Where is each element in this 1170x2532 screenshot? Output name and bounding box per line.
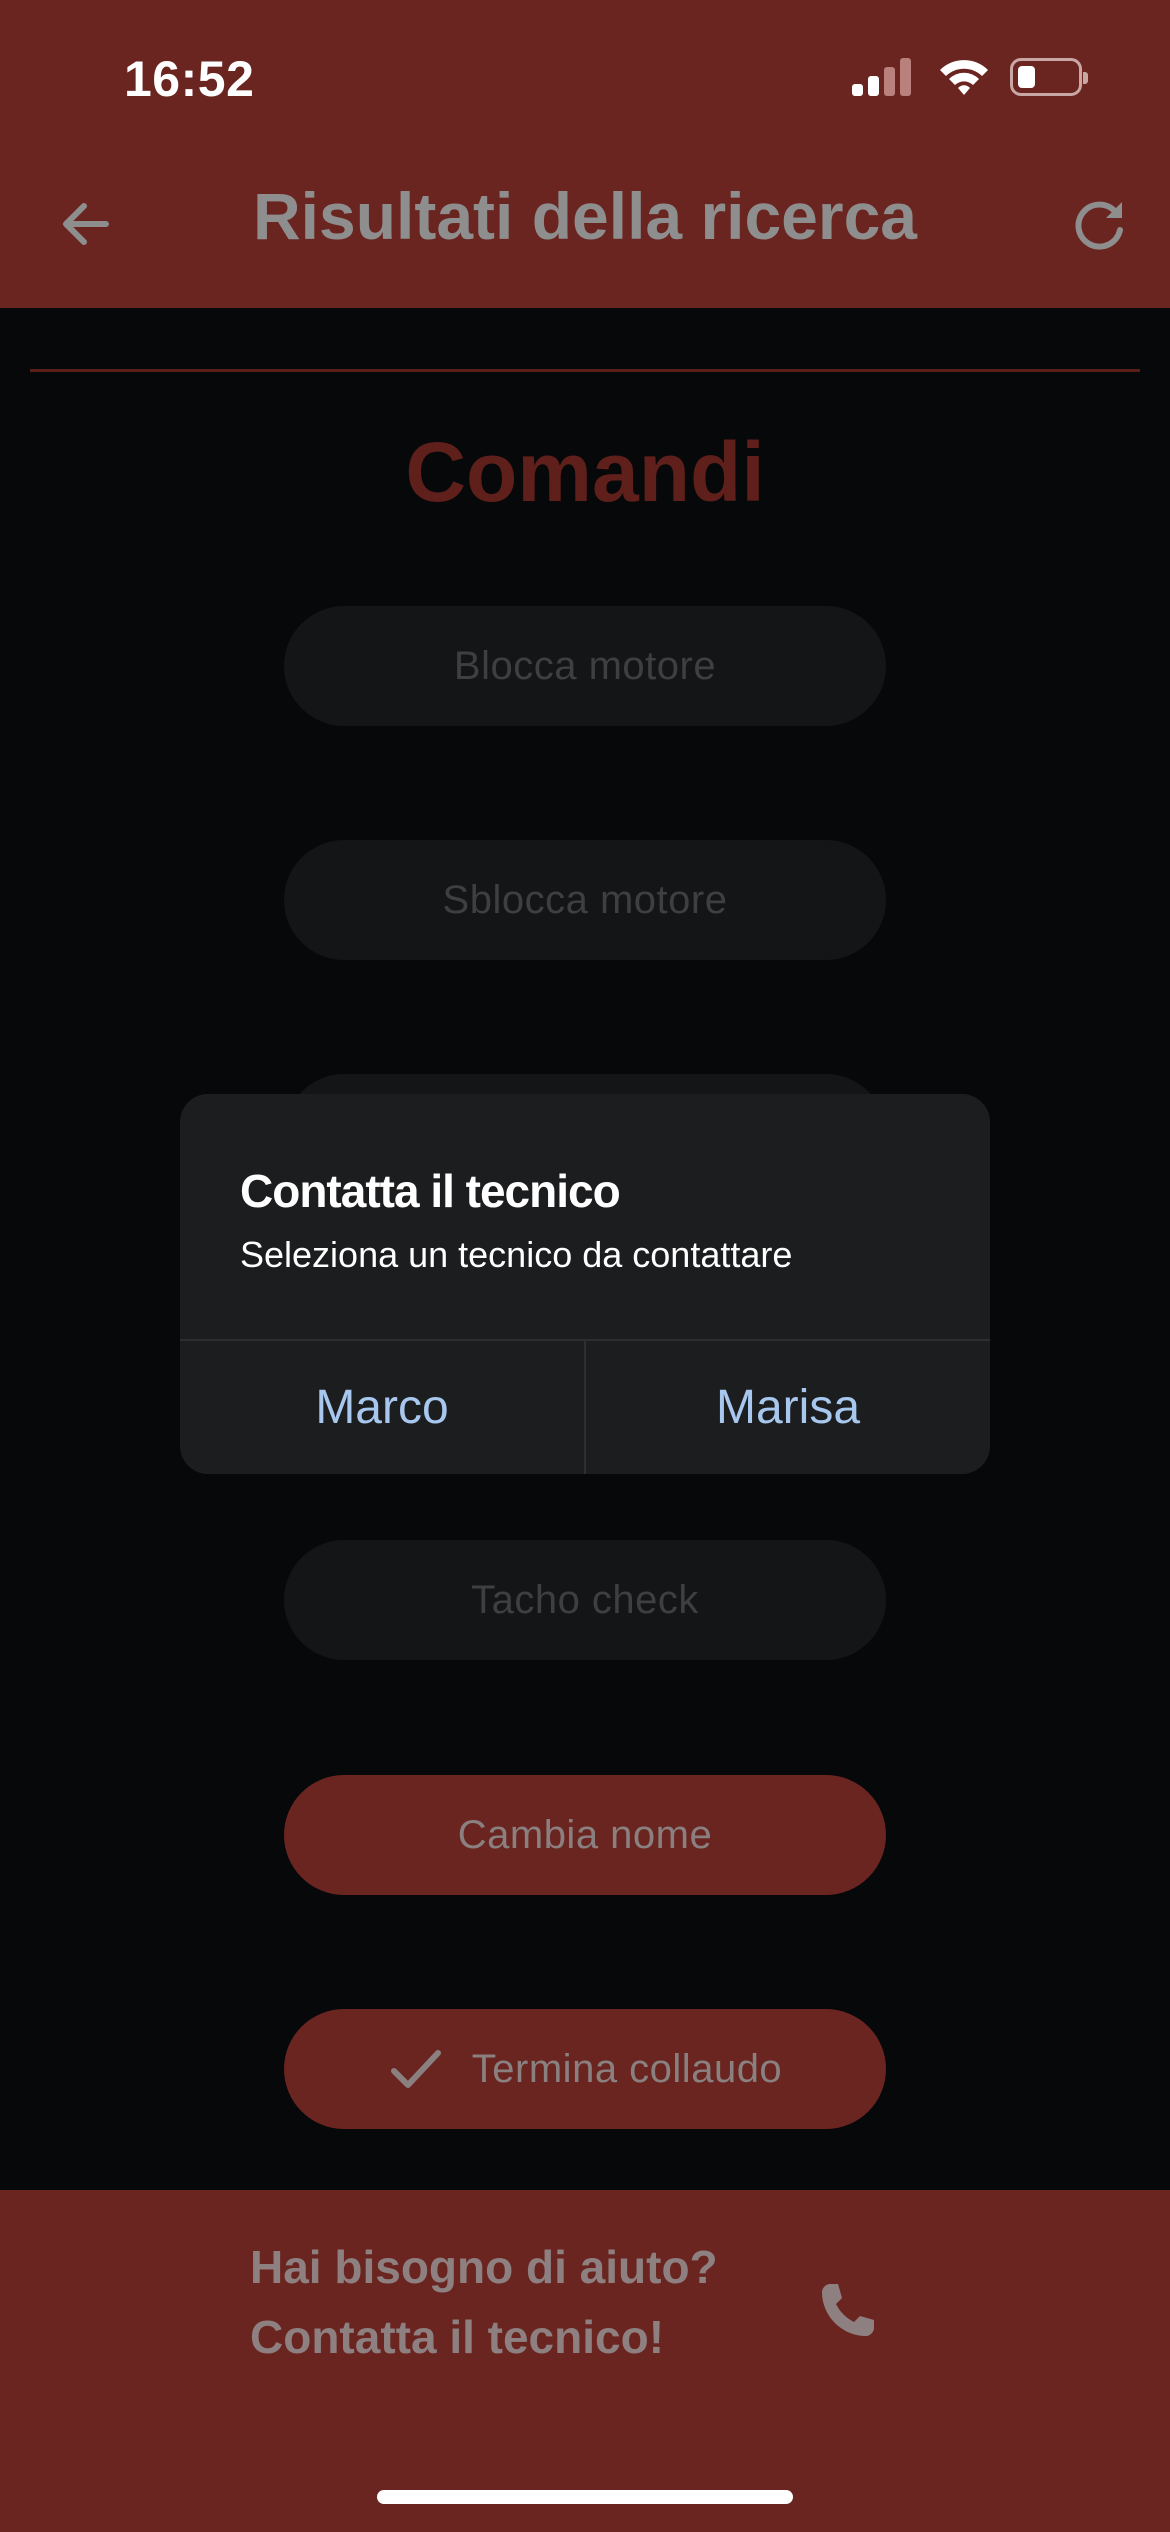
finish-test-label: Termina collaudo [471, 2046, 783, 2091]
page-title: Risultati della ricerca [253, 179, 917, 253]
status-icons [852, 56, 1092, 100]
help-text-line1: Hai bisogno di aiuto? [250, 2241, 718, 2293]
battery-icon [1010, 58, 1088, 96]
check-icon [390, 2050, 441, 2088]
tacho-check-button[interactable]: Tacho check [284, 1540, 886, 1660]
divider [30, 369, 1140, 372]
section-title: Comandi [405, 425, 765, 519]
app-bar: 16:52 Risultati della ricerca [0, 0, 1170, 308]
help-bar[interactable]: Hai bisogno di aiuto? Contatta il tecnic… [0, 2190, 1170, 2532]
finish-test-button[interactable]: Termina collaudo [284, 2009, 886, 2129]
rename-button[interactable]: Cambia nome [284, 1775, 886, 1895]
block-engine-button[interactable]: Blocca motore [284, 606, 886, 726]
dialog-message: Seleziona un tecnico da contattare [240, 1234, 793, 1275]
unblock-engine-button[interactable]: Sblocca motore [284, 840, 886, 960]
dialog-title: Contatta il tecnico [240, 1165, 621, 1217]
contact-marco-button[interactable]: Marco [180, 1341, 584, 1474]
help-text-line2: Contatta il tecnico! [250, 2311, 665, 2363]
phone-icon[interactable] [816, 2278, 880, 2342]
cellular-signal-icon [852, 56, 912, 96]
status-time: 16:52 [124, 51, 255, 107]
home-indicator[interactable] [377, 2490, 793, 2504]
wifi-icon [940, 60, 988, 95]
contact-technician-dialog: Contatta il tecnico Seleziona un tecnico… [180, 1094, 990, 1474]
refresh-icon[interactable] [1068, 192, 1132, 256]
contact-marisa-button[interactable]: Marisa [586, 1341, 990, 1474]
